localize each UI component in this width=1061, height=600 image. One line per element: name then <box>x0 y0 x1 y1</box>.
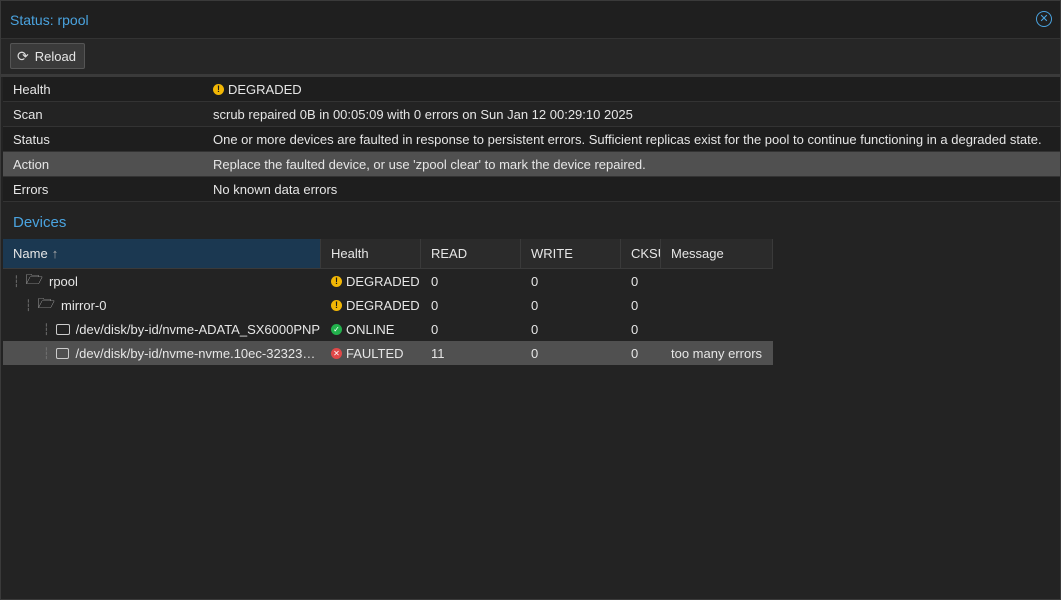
device-name: /dev/disk/by-id/nvme-ADATA_SX6000PNP <box>75 321 321 337</box>
tree-connector-icon: ┆ <box>43 323 50 336</box>
status-row-health[interactable]: Health ! DEGRADED <box>3 77 1060 102</box>
device-write: 0 <box>531 321 539 337</box>
toolbar: ⟳ Reload <box>1 39 1060 77</box>
folder-open-icon: 🗁 <box>25 271 43 287</box>
status-key: Action <box>13 156 50 172</box>
reload-label: Reload <box>34 48 76 64</box>
device-read: 0 <box>431 321 439 337</box>
device-read: 0 <box>431 297 439 313</box>
device-cksum: 0 <box>631 273 639 289</box>
error-icon: ✕ <box>331 347 342 359</box>
status-value: scrub repaired 0B in 00:05:09 with 0 err… <box>213 106 633 122</box>
status-window: Status: rpool ✕ ⟳ Reload Health ! DEGRAD… <box>0 0 1061 600</box>
status-key: Status <box>13 131 50 147</box>
status-row-errors[interactable]: Errors No known data errors <box>3 177 1060 202</box>
device-write: 0 <box>531 297 539 313</box>
reload-button[interactable]: ⟳ Reload <box>10 43 85 69</box>
tree-connector-icon: ┆ <box>13 275 20 288</box>
device-health: ONLINE <box>346 321 395 337</box>
status-value: Replace the faulted device, or use 'zpoo… <box>213 156 646 172</box>
tree-row-rpool[interactable]: ┆ 🗁 rpool ! DEGRADED 0 0 0 <box>3 269 773 293</box>
tree-row-disk-1[interactable]: ┆ /dev/disk/by-id/nvme-ADATA_SX6000PNP ✓… <box>3 317 773 341</box>
device-read: 0 <box>431 273 439 289</box>
status-row-scan[interactable]: Scan scrub repaired 0B in 00:05:09 with … <box>3 102 1060 127</box>
status-row-action[interactable]: Action Replace the faulted device, or us… <box>3 152 1060 177</box>
status-table: Health ! DEGRADED Scan scrub repaired 0B… <box>3 77 1060 202</box>
status-key: Errors <box>13 181 49 197</box>
warning-icon: ! <box>331 299 342 311</box>
tree-connector-icon: ┆ <box>25 299 32 312</box>
device-message <box>661 293 773 317</box>
device-health: FAULTED <box>346 345 404 361</box>
device-cksum: 0 <box>631 345 639 361</box>
device-message <box>661 269 773 293</box>
sort-asc-icon: ↑ <box>51 246 59 261</box>
window-title: Status: rpool <box>10 12 89 28</box>
device-read: 11 <box>431 345 445 361</box>
column-cksum[interactable]: CKSUM <box>621 239 661 268</box>
device-cksum: 0 <box>631 321 639 337</box>
close-icon[interactable]: ✕ <box>1036 11 1052 27</box>
tree-row-disk-2[interactable]: ┆ /dev/disk/by-id/nvme-nvme.10ec-3232323… <box>3 341 773 365</box>
refresh-icon: ⟳ <box>17 47 29 64</box>
tree-connector-icon: ┆ <box>43 347 50 360</box>
column-write[interactable]: WRITE <box>521 239 621 268</box>
device-health: DEGRADED <box>346 273 420 289</box>
status-row-status[interactable]: Status One or more devices are faulted i… <box>3 127 1060 152</box>
status-value: No known data errors <box>213 181 338 197</box>
column-health[interactable]: Health <box>321 239 421 268</box>
status-key: Health <box>13 81 51 97</box>
devices-title: Devices <box>13 214 67 231</box>
warning-icon: ! <box>213 83 224 95</box>
devices-tree: Name ↑ Health READ WRITE CKSUM Message ┆… <box>3 239 773 365</box>
tree-row-mirror[interactable]: ┆ 🗁 mirror-0 ! DEGRADED 0 0 0 <box>3 293 773 317</box>
device-name: /dev/disk/by-id/nvme-nvme.10ec-32323230 <box>75 345 321 361</box>
disk-icon <box>55 323 70 335</box>
status-value: DEGRADED <box>228 81 302 97</box>
device-write: 0 <box>531 345 539 361</box>
folder-open-icon: 🗁 <box>37 295 55 311</box>
column-message[interactable]: Message <box>661 239 773 268</box>
check-icon: ✓ <box>331 323 342 335</box>
column-name[interactable]: Name ↑ <box>3 239 321 268</box>
device-message: too many errors <box>671 345 763 361</box>
device-name: rpool <box>49 273 78 289</box>
device-message <box>661 317 773 341</box>
device-cksum: 0 <box>631 297 639 313</box>
device-write: 0 <box>531 273 539 289</box>
warning-icon: ! <box>331 275 342 287</box>
disk-icon <box>55 347 70 359</box>
title-bar: Status: rpool ✕ <box>1 1 1060 39</box>
device-name: mirror-0 <box>61 297 107 313</box>
column-read[interactable]: READ <box>421 239 521 268</box>
status-value: One or more devices are faulted in respo… <box>213 131 1042 147</box>
device-health: DEGRADED <box>346 297 420 313</box>
status-key: Scan <box>13 106 43 122</box>
devices-header: Name ↑ Health READ WRITE CKSUM Message <box>3 239 773 269</box>
